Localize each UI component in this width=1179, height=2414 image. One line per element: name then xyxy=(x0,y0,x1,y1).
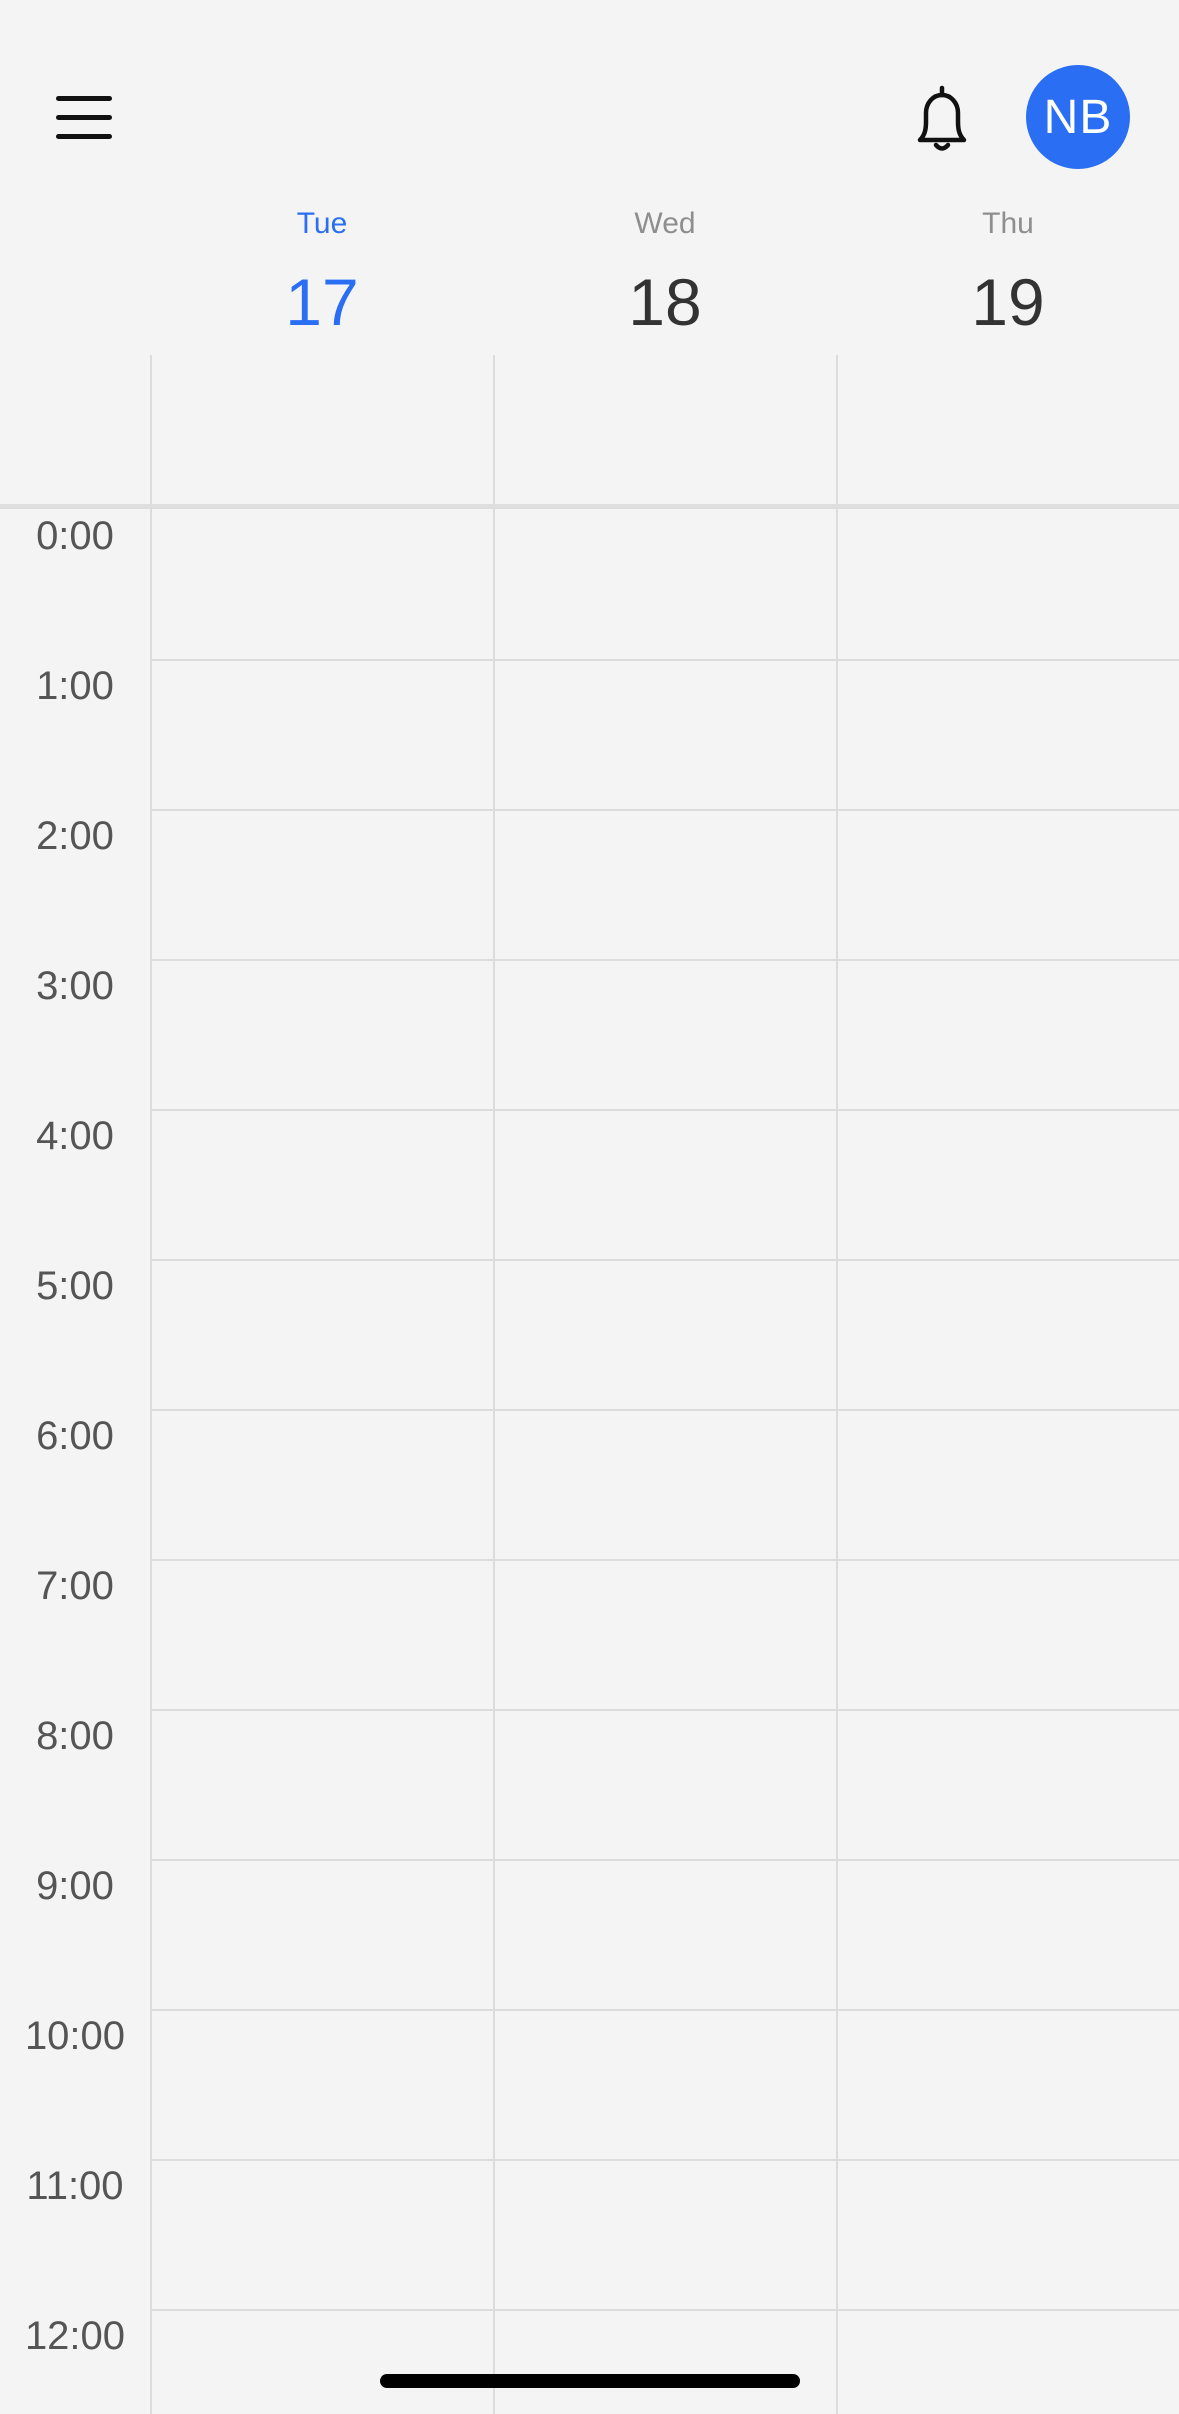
day-header-tue[interactable]: Tue 17 xyxy=(151,200,493,352)
day-name: Tue xyxy=(296,207,348,240)
hour-divider xyxy=(151,2309,1179,2311)
bell-icon xyxy=(917,85,967,151)
hour-divider xyxy=(151,2159,1179,2161)
hour-divider xyxy=(151,959,1179,961)
day-name: Wed xyxy=(634,207,696,240)
hour-label: 11:00 xyxy=(26,2164,124,2208)
hour-divider xyxy=(151,1259,1179,1261)
avatar[interactable]: NB xyxy=(1026,65,1130,169)
hour-divider xyxy=(151,659,1179,661)
all-day-divider xyxy=(0,504,1179,509)
hour-divider xyxy=(151,1859,1179,1861)
column-divider xyxy=(150,355,152,2414)
hour-divider xyxy=(151,809,1179,811)
hour-divider xyxy=(151,1109,1179,1111)
hour-label: 2:00 xyxy=(36,814,114,858)
hour-divider xyxy=(151,1559,1179,1561)
day-header-thu[interactable]: Thu 19 xyxy=(837,200,1179,352)
hour-divider xyxy=(151,1409,1179,1411)
hour-label: 4:00 xyxy=(36,1114,114,1158)
hour-label: 6:00 xyxy=(36,1414,114,1458)
avatar-initials: NB xyxy=(1043,90,1113,144)
hour-label: 10:00 xyxy=(24,2014,126,2058)
hour-label: 8:00 xyxy=(36,1714,114,1758)
column-divider xyxy=(836,355,838,2414)
hour-label: 3:00 xyxy=(36,964,114,1008)
hour-divider xyxy=(151,2009,1179,2011)
day-name: Thu xyxy=(982,207,1034,240)
home-indicator xyxy=(380,2374,800,2388)
day-number: 18 xyxy=(628,265,702,339)
hour-label: 12:00 xyxy=(24,2314,126,2358)
column-divider xyxy=(493,355,495,2414)
notifications-button[interactable] xyxy=(905,82,979,156)
hour-label: 9:00 xyxy=(36,1864,114,1908)
hour-label: 1:00 xyxy=(36,664,114,708)
hour-label: 7:00 xyxy=(36,1564,114,1608)
hour-label: 5:00 xyxy=(36,1264,114,1308)
hour-label: 0:00 xyxy=(36,514,114,558)
hour-divider xyxy=(151,1709,1179,1711)
menu-button[interactable] xyxy=(56,96,112,140)
day-number: 19 xyxy=(971,265,1045,339)
day-header-wed[interactable]: Wed 18 xyxy=(494,200,836,352)
day-number: 17 xyxy=(285,265,359,339)
